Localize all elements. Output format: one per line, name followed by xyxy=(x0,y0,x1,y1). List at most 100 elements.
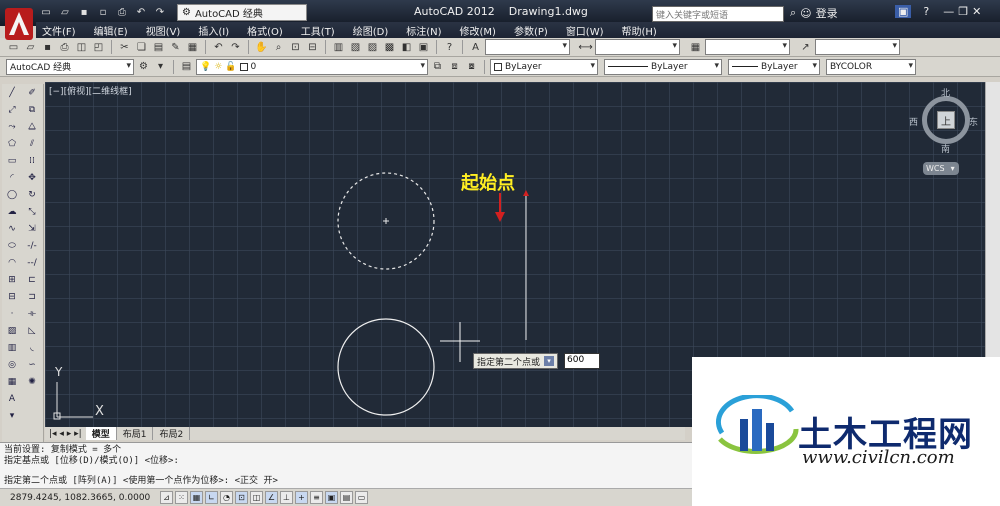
ellipse-icon[interactable]: ⬭ xyxy=(4,239,20,253)
polar-toggle[interactable]: ◔ xyxy=(220,491,233,504)
design-center-icon[interactable]: ▧ xyxy=(348,40,363,55)
3d-osnap-toggle[interactable]: ◫ xyxy=(250,491,263,504)
menu-parameter[interactable]: 参数(P) xyxy=(514,23,548,38)
tab-model[interactable]: 模型 xyxy=(85,427,117,440)
open-icon[interactable]: ▱ xyxy=(57,5,73,21)
cut-icon[interactable]: ✂ xyxy=(117,40,132,55)
stretch-icon[interactable]: ⇲ xyxy=(24,222,40,236)
print-icon[interactable]: ⎙ xyxy=(57,40,72,55)
gear-icon[interactable]: ⚙ xyxy=(136,59,151,74)
erase-icon[interactable]: ✐ xyxy=(24,86,40,100)
insert-block-icon[interactable]: ⊞ xyxy=(4,273,20,287)
sheet-set-icon[interactable]: ▩ xyxy=(382,40,397,55)
undo-icon[interactable]: ↶ xyxy=(211,40,226,55)
dynamic-distance-input[interactable]: 600 xyxy=(564,353,600,369)
copy-icon[interactable]: ⧉ xyxy=(24,103,40,117)
coordinate-readout[interactable]: 2879.4245, 1082.3665, 0.0000 xyxy=(10,493,158,503)
lineweight-combo[interactable]: ByLayer xyxy=(728,58,820,75)
construction-line-icon[interactable]: ⤢ xyxy=(4,103,20,117)
transparency-toggle[interactable]: ▣ xyxy=(325,491,338,504)
menu-view[interactable]: 视图(V) xyxy=(146,23,181,38)
restore-icon[interactable]: ❐ xyxy=(958,5,968,18)
layer-combo[interactable]: 💡 ☼ 🔓 0 xyxy=(196,58,428,75)
add-selected-icon[interactable]: ▾ xyxy=(4,409,20,423)
save-icon[interactable]: ▪ xyxy=(76,5,92,21)
chamfer-icon[interactable]: ◺ xyxy=(24,324,40,338)
otrack-toggle[interactable]: ∠ xyxy=(265,491,278,504)
help-icon[interactable]: ? xyxy=(923,5,929,18)
point-icon[interactable]: · xyxy=(4,307,20,321)
linetype-combo[interactable]: ByLayer xyxy=(604,58,722,75)
tab-nav-arrows-icon[interactable]: |◂ ◂ ▸ ▸| xyxy=(45,429,86,439)
break-point-icon[interactable]: ⊏ xyxy=(24,273,40,287)
spline-icon[interactable]: ∿ xyxy=(4,222,20,236)
options-arrow-icon[interactable]: ▾ xyxy=(544,356,555,366)
layer-manager-icon[interactable]: ▤ xyxy=(179,59,194,74)
compass-south[interactable]: 南 xyxy=(941,142,950,155)
copy-icon[interactable]: ❏ xyxy=(134,40,149,55)
multileader-style-icon[interactable]: ↗ xyxy=(798,40,813,55)
make-block-icon[interactable]: ⊟ xyxy=(4,290,20,304)
wcs-menu[interactable]: WCS ▾ xyxy=(923,162,959,175)
redo-icon[interactable]: ↷ xyxy=(152,5,168,21)
revcloud-icon[interactable]: ☁ xyxy=(4,205,20,219)
menu-draw[interactable]: 绘图(D) xyxy=(353,23,389,38)
quick-properties-toggle[interactable]: ▤ xyxy=(340,491,353,504)
search-icon[interactable]: ⌕ xyxy=(790,6,796,20)
multileader-style-combo[interactable] xyxy=(815,39,900,55)
close-icon[interactable]: ✕ xyxy=(972,5,981,18)
paste-icon[interactable]: ▤ xyxy=(151,40,166,55)
menu-insert[interactable]: 插入(I) xyxy=(198,23,229,38)
ducs-toggle[interactable]: ⊥ xyxy=(280,491,293,504)
move-icon[interactable]: ✥ xyxy=(24,171,40,185)
markup-icon[interactable]: ◧ xyxy=(399,40,414,55)
menu-format[interactable]: 格式(O) xyxy=(247,23,283,38)
offset-icon[interactable]: ⫽ xyxy=(24,137,40,151)
customize-icon[interactable]: ▾ xyxy=(153,59,168,74)
workspace-select[interactable]: ⚙ AutoCAD 经典 xyxy=(177,4,307,21)
polyline-icon[interactable]: ⤳ xyxy=(4,120,20,134)
blend-icon[interactable]: ∽ xyxy=(24,358,40,372)
region-icon[interactable]: ◎ xyxy=(4,358,20,372)
layer-state-icon[interactable]: ⧇ xyxy=(464,59,479,74)
search-input[interactable]: 键入关键字或短语 xyxy=(652,6,784,22)
table-style-combo[interactable] xyxy=(705,39,790,55)
preview-icon[interactable]: ◫ xyxy=(74,40,89,55)
table-icon[interactable]: ▦ xyxy=(4,375,20,389)
publish-icon[interactable]: ◰ xyxy=(91,40,106,55)
new-icon[interactable]: ▭ xyxy=(38,5,54,21)
line-icon[interactable]: ╱ xyxy=(4,86,20,100)
viewcube[interactable]: 北 南 东 西 上 WCS ▾ xyxy=(909,88,981,188)
ortho-toggle[interactable]: ∟ xyxy=(205,491,218,504)
rectangle-icon[interactable]: ▭ xyxy=(4,154,20,168)
tab-layout2[interactable]: 布局2 xyxy=(153,427,191,440)
tab-layout1[interactable]: 布局1 xyxy=(117,427,154,440)
tool-palettes-icon[interactable]: ▨ xyxy=(365,40,380,55)
minimize-icon[interactable]: — xyxy=(943,5,954,18)
break-icon[interactable]: ⊐ xyxy=(24,290,40,304)
ellipse-arc-icon[interactable]: ◠ xyxy=(4,256,20,270)
polygon-icon[interactable]: ⬠ xyxy=(4,137,20,151)
color-combo[interactable]: ByLayer xyxy=(490,58,598,75)
workspace-combo[interactable]: AutoCAD 经典 xyxy=(6,58,134,75)
dim-style-icon[interactable]: ⟷ xyxy=(578,40,593,55)
zoom-window-icon[interactable]: ⊡ xyxy=(288,40,303,55)
table-style-icon[interactable]: ▦ xyxy=(688,40,703,55)
save-icon[interactable]: ▪ xyxy=(40,40,55,55)
menu-dimension[interactable]: 标注(N) xyxy=(406,23,441,38)
application-menu-button[interactable] xyxy=(2,2,36,46)
redo-icon[interactable]: ↷ xyxy=(228,40,243,55)
menu-help[interactable]: 帮助(H) xyxy=(622,23,657,38)
fillet-icon[interactable]: ◟ xyxy=(24,341,40,355)
menu-tools[interactable]: 工具(T) xyxy=(301,23,335,38)
menu-modify[interactable]: 修改(M) xyxy=(460,23,496,38)
login-link[interactable]: 登录 xyxy=(816,5,838,21)
print-icon[interactable]: ⎙ xyxy=(114,5,130,21)
help-icon[interactable]: ? xyxy=(442,40,457,55)
match-properties-icon[interactable]: ✎ xyxy=(168,40,183,55)
grid-toggle[interactable]: ▦ xyxy=(190,491,203,504)
menu-edit[interactable]: 编辑(E) xyxy=(94,23,128,38)
dyn-toggle[interactable]: + xyxy=(295,491,308,504)
plotstyle-combo[interactable]: BYCOLOR xyxy=(826,58,916,75)
saveas-icon[interactable]: ▫ xyxy=(95,5,111,21)
